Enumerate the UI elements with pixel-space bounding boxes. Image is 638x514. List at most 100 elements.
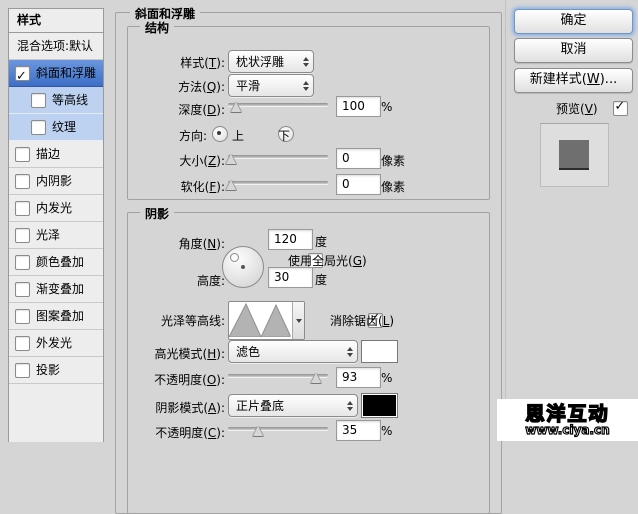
size-unit: 像素	[381, 152, 405, 169]
slider-thumb[interactable]	[253, 426, 263, 436]
slider-thumb[interactable]	[226, 154, 236, 164]
sidebar-item[interactable]: 光泽	[9, 222, 103, 249]
direction-up-radio[interactable]	[212, 126, 228, 142]
preview-label: 预览(V)	[556, 100, 598, 117]
technique-dropdown[interactable]: 平滑	[228, 74, 314, 97]
style-checkbox[interactable]	[31, 93, 46, 108]
depth-unit: %	[381, 100, 392, 114]
preview-checkbox[interactable]	[613, 101, 628, 116]
style-checkbox[interactable]	[15, 174, 30, 189]
layer-style-dialog: 样式 混合选项:默认 斜面和浮雕 等高线 纹理 描边	[0, 0, 638, 441]
watermark: 思洋互动 www.ciya.cn	[497, 399, 638, 441]
technique-label: 方法(Q):	[100, 78, 225, 95]
new-style-button[interactable]: 新建样式(W)...	[514, 68, 633, 93]
altitude-input[interactable]: 30	[268, 267, 313, 288]
sidebar-item-label: 内阴影	[36, 168, 72, 194]
sidebar-item[interactable]: 斜面和浮雕	[9, 60, 103, 87]
sidebar-item-label: 内发光	[36, 195, 72, 221]
sidebar-item[interactable]: 外发光	[9, 330, 103, 357]
altitude-unit: 度	[315, 271, 327, 288]
sidebar-item[interactable]: 渐变叠加	[9, 276, 103, 303]
shadow-opacity-slider[interactable]	[228, 424, 328, 436]
structure-title: 结构	[140, 19, 174, 36]
angle-unit: 度	[315, 233, 327, 250]
sidebar-item-label: 投影	[36, 357, 60, 383]
direction-down-label: 下	[278, 127, 290, 144]
depth-label: 深度(D):	[100, 101, 225, 118]
depth-slider[interactable]	[228, 100, 328, 112]
depth-input[interactable]: 100	[336, 96, 381, 117]
sidebar-item-label: 颜色叠加	[36, 249, 84, 275]
soften-unit: 像素	[381, 178, 405, 195]
style-checkbox[interactable]	[15, 228, 30, 243]
sidebar-item[interactable]: 图案叠加	[9, 303, 103, 330]
style-checkbox[interactable]	[15, 147, 30, 162]
technique-dropdown-value: 平滑	[229, 77, 299, 94]
sidebar-item-label: 纹理	[52, 114, 76, 140]
highlight-mode-value: 滤色	[229, 343, 343, 360]
ok-button[interactable]: 确定	[514, 9, 633, 34]
style-checkbox[interactable]	[31, 120, 46, 135]
shadow-mode-value: 正片叠底	[229, 397, 343, 414]
sidebar-item[interactable]: 内发光	[9, 195, 103, 222]
dial-angle-marker[interactable]	[230, 253, 239, 262]
slider-thumb[interactable]	[231, 102, 241, 112]
style-checkbox[interactable]	[15, 255, 30, 270]
cancel-button[interactable]: 取消	[514, 38, 633, 63]
highlight-color-swatch[interactable]	[361, 340, 398, 363]
style-checkbox[interactable]	[15, 363, 30, 378]
slider-thumb[interactable]	[226, 180, 236, 190]
styles-sidebar: 样式 混合选项:默认 斜面和浮雕 等高线 纹理 描边	[8, 8, 104, 442]
watermark-title: 思洋互动	[525, 404, 609, 424]
sidebar-item[interactable]: 内阴影	[9, 168, 103, 195]
shadow-opacity-input[interactable]: 35	[336, 420, 381, 441]
sidebar-item-label: 光泽	[36, 222, 60, 248]
shadow-opacity-label: 不透明度(C):	[100, 424, 225, 441]
sidebar-item[interactable]: 颜色叠加	[9, 249, 103, 276]
style-checkbox[interactable]	[15, 201, 30, 216]
size-slider[interactable]	[228, 152, 328, 164]
stepper-icon	[343, 401, 357, 411]
direction-label: 方向:	[100, 127, 207, 144]
slider-thumb[interactable]	[311, 373, 321, 383]
highlight-mode-label: 高光模式(H):	[100, 345, 225, 362]
direction-up-label: 上	[232, 127, 244, 144]
sidebar-header: 样式	[9, 9, 103, 33]
contour-dropdown-arrow-icon[interactable]	[293, 302, 304, 339]
angle-dial[interactable]	[222, 246, 264, 288]
slider-track	[228, 427, 328, 430]
shadow-mode-label: 阴影模式(A):	[100, 399, 225, 416]
sidebar-item[interactable]: 投影	[9, 357, 103, 384]
angle-input[interactable]: 120	[268, 229, 313, 250]
highlight-opacity-label: 不透明度(O):	[100, 371, 225, 388]
highlight-opacity-slider[interactable]	[228, 371, 328, 383]
slider-track	[228, 103, 328, 106]
style-checkbox[interactable]	[15, 282, 30, 297]
style-checkbox[interactable]	[15, 309, 30, 324]
slider-track	[228, 155, 328, 158]
soften-input[interactable]: 0	[336, 174, 381, 195]
soften-slider[interactable]	[228, 178, 328, 190]
sidebar-item[interactable]: 混合选项:默认	[9, 33, 103, 60]
style-dropdown[interactable]: 枕状浮雕	[228, 50, 314, 73]
sidebar-item-label: 图案叠加	[36, 303, 84, 329]
highlight-opacity-input[interactable]: 93	[336, 367, 381, 388]
styles-list: 混合选项:默认 斜面和浮雕 等高线 纹理 描边 内阴影	[9, 33, 103, 384]
sidebar-item[interactable]: 等高线	[9, 87, 103, 114]
soften-label: 软化(F):	[100, 178, 225, 195]
style-checkbox[interactable]	[15, 336, 30, 351]
shadow-color-swatch[interactable]	[361, 393, 398, 418]
style-checkbox[interactable]	[15, 66, 30, 81]
gloss-contour-picker[interactable]	[228, 301, 305, 340]
shadow-mode-dropdown[interactable]: 正片叠底	[228, 394, 358, 417]
shading-title: 阴影	[140, 205, 174, 222]
highlight-mode-dropdown[interactable]: 滤色	[228, 340, 358, 363]
sidebar-item[interactable]: 描边	[9, 141, 103, 168]
size-input[interactable]: 0	[336, 148, 381, 169]
sidebar-item-label: 混合选项:默认	[17, 33, 93, 59]
stepper-icon	[299, 81, 313, 91]
preview-swatch	[559, 140, 589, 170]
angle-label: 角度(N):	[100, 235, 225, 252]
sidebar-item[interactable]: 纹理	[9, 114, 103, 141]
anti-alias-label: 消除锯齿(L)	[330, 312, 394, 329]
